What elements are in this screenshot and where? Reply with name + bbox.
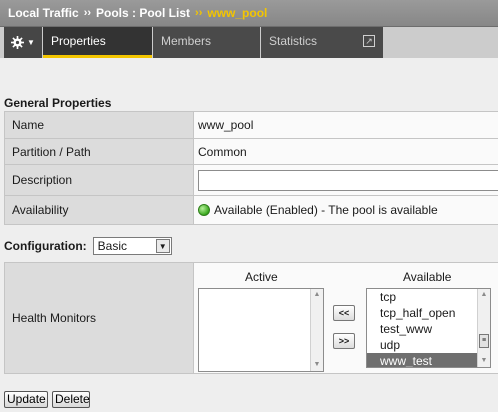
configuration-selected-value: Basic <box>97 239 127 253</box>
scroll-down-icon[interactable]: ▼ <box>311 359 323 371</box>
availability-status: Available (Enabled) - The pool is availa… <box>198 203 498 217</box>
delete-button[interactable]: Delete <box>52 391 90 408</box>
partition-value: Common <box>193 138 498 165</box>
chevron-down-icon[interactable]: ▼ <box>155 239 170 253</box>
scroll-thumb[interactable]: ≡ <box>479 334 489 348</box>
external-link-icon[interactable]: ↗ <box>363 35 375 47</box>
list-item[interactable]: tcp <box>367 289 490 305</box>
breadcrumb-pool-list[interactable]: Pools : Pool List <box>96 6 190 20</box>
list-item[interactable]: udp <box>367 337 490 353</box>
breadcrumb: Local Traffic ›› Pools : Pool List ›› ww… <box>0 0 498 27</box>
scrollbar[interactable]: ▲ ≡ ▼ <box>477 289 490 367</box>
scroll-up-icon[interactable]: ▲ <box>478 289 490 301</box>
table-row: Name www_pool <box>4 111 498 139</box>
row-label: Availability <box>4 195 194 225</box>
breadcrumb-local-traffic[interactable]: Local Traffic <box>8 6 79 20</box>
list-item[interactable]: test_www <box>367 321 490 337</box>
row-label: Description <box>4 164 194 196</box>
configuration-select[interactable]: Basic ▼ <box>92 237 172 255</box>
health-monitors-section: Health Monitors Active Available ▲ ▼ << … <box>4 262 498 374</box>
row-label: Name <box>4 111 194 139</box>
scrollbar[interactable]: ▲ ▼ <box>310 289 323 371</box>
active-header: Active <box>245 270 278 284</box>
available-header: Available <box>403 270 452 284</box>
list-item[interactable]: tcp_half_open <box>367 305 490 321</box>
section-title: General Properties <box>4 96 112 110</box>
tab-label: Properties <box>51 34 106 48</box>
settings-menu-button[interactable]: ▼ <box>4 27 42 58</box>
tab-properties[interactable]: Properties <box>43 27 152 58</box>
add-monitor-button[interactable]: << <box>333 305 355 321</box>
active-monitors-list[interactable]: ▲ ▼ <box>198 288 324 372</box>
breadcrumb-separator: ›› <box>195 7 203 19</box>
tab-bar: ▼ Properties Members Statistics ↗ <box>0 27 498 58</box>
breadcrumb-current: www_pool <box>207 6 268 20</box>
caret-down-icon: ▼ <box>27 38 35 47</box>
health-monitors-label: Health Monitors <box>5 263 194 373</box>
availability-text: Available (Enabled) - The pool is availa… <box>214 203 438 217</box>
tab-label: Statistics <box>269 34 318 48</box>
list-item-selected[interactable]: www_test <box>367 353 490 367</box>
tab-statistics[interactable]: Statistics ↗ <box>261 27 383 58</box>
update-button[interactable]: Update <box>4 391 48 408</box>
configuration-label: Configuration: <box>4 239 87 253</box>
table-row: Availability Available (Enabled) - The p… <box>4 195 498 225</box>
available-monitors-list[interactable]: tcp tcp_half_open test_www udp www_test … <box>366 288 491 368</box>
table-row: Description <box>4 164 498 196</box>
table-row: Partition / Path Common <box>4 138 498 165</box>
tab-label: Members <box>161 34 212 48</box>
general-properties-table: Name www_pool Partition / Path Common De… <box>4 111 498 225</box>
description-input[interactable] <box>198 169 498 191</box>
green-circle-icon <box>198 204 210 216</box>
breadcrumb-separator: ›› <box>83 7 92 19</box>
row-label: Partition / Path <box>4 138 194 165</box>
gear-icon <box>11 36 25 49</box>
scroll-up-icon[interactable]: ▲ <box>311 289 323 301</box>
remove-monitor-button[interactable]: >> <box>333 333 355 349</box>
scroll-down-icon[interactable]: ▼ <box>478 355 490 367</box>
tab-members[interactable]: Members <box>153 27 260 58</box>
pool-name-value: www_pool <box>193 111 498 139</box>
configuration-row: Configuration: Basic ▼ <box>4 237 172 255</box>
